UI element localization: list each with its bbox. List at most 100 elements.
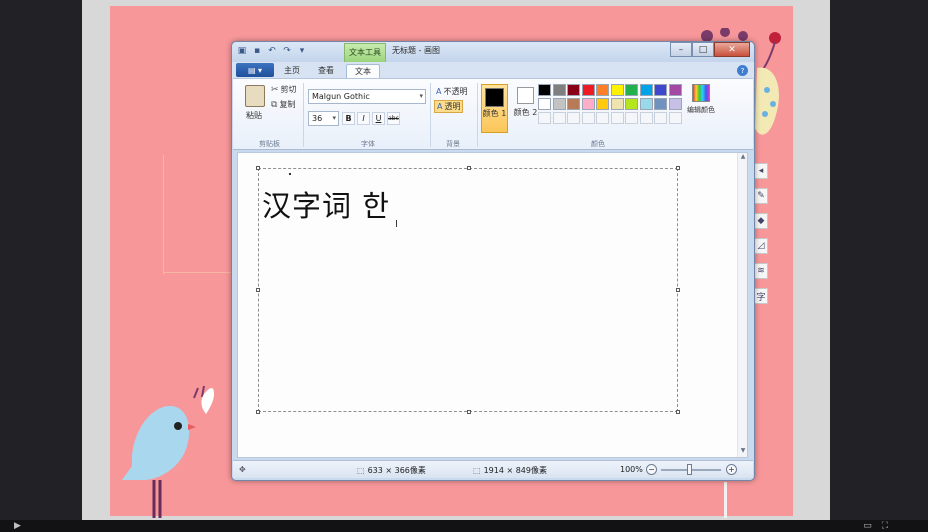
resize-handle[interactable] [676, 410, 680, 414]
resize-handle[interactable] [676, 288, 680, 292]
clipboard-group-label: 剪贴板 [259, 140, 280, 148]
separator [430, 83, 431, 147]
palette-swatch[interactable] [552, 112, 566, 124]
text-tools-context-label: 文本工具 [344, 43, 386, 62]
resize-handle[interactable] [256, 410, 260, 414]
resize-handle[interactable] [256, 288, 260, 292]
palette-swatch[interactable] [552, 84, 566, 96]
layers-icon[interactable]: ≋ [754, 263, 768, 279]
customize-icon[interactable]: ▾ [296, 45, 308, 57]
transparent-button[interactable]: A 透明 [434, 100, 464, 113]
undo-icon[interactable]: ↶ [266, 45, 278, 57]
close-button[interactable]: ✕ [714, 42, 750, 57]
palette-swatch[interactable] [654, 112, 667, 124]
color2-button[interactable]: 颜色 2 [513, 84, 540, 133]
ribbon-panel: 粘贴 ✂ 剪切 ⧉ 复制 剪贴板 Malgun Gothic ▾ 36 ▾ B … [233, 78, 753, 150]
scroll-up-icon[interactable]: ▲ [738, 153, 748, 163]
palette-swatch[interactable] [581, 84, 595, 96]
palette-swatch[interactable] [668, 112, 682, 124]
resize-handle[interactable] [467, 166, 471, 170]
tab-text[interactable]: 文本 [346, 64, 380, 79]
palette-swatch[interactable] [639, 98, 653, 110]
maximize-button[interactable]: □ [692, 42, 714, 57]
paste-icon[interactable] [245, 85, 265, 107]
tab-home[interactable]: 主页 [276, 64, 308, 79]
palette-swatch[interactable] [538, 112, 551, 124]
stray-dot [289, 173, 291, 175]
underline-button[interactable]: U [372, 112, 385, 125]
palette-swatch[interactable] [567, 98, 580, 110]
title-bar: ▣ ▪ ↶ ↷ ▾ 文本工具 无标题 - 画图 – □ ✕ [232, 42, 754, 62]
palette-swatch[interactable] [596, 98, 609, 110]
zoom-out-button[interactable]: − [646, 464, 657, 475]
palette-swatch[interactable] [625, 112, 638, 124]
tab-view[interactable]: 查看 [310, 64, 342, 79]
resize-handle[interactable] [256, 166, 260, 170]
separator [303, 83, 304, 147]
typed-text[interactable]: 汉字词 한 [262, 183, 390, 225]
vertical-scrollbar[interactable]: ▲ ▼ [737, 153, 747, 457]
color1-button[interactable]: 颜色 1 [481, 84, 508, 133]
palette-swatch[interactable] [625, 98, 638, 110]
palette-swatch[interactable] [625, 84, 638, 96]
help-icon[interactable]: ? [737, 65, 748, 76]
background-group-label: 背景 [446, 140, 460, 148]
strikethrough-button[interactable]: abc [387, 112, 400, 125]
zoom-slider-thumb[interactable] [687, 464, 692, 475]
copy-button[interactable]: ⧉ 复制 [271, 99, 295, 110]
drawing-canvas[interactable]: 汉字词 한 I ▲ ▼ [237, 152, 748, 458]
play-icon[interactable]: ▶ [14, 521, 21, 531]
bird-illustration [122, 385, 214, 518]
palette-swatch[interactable] [567, 112, 580, 124]
opaque-button[interactable]: A 不透明 [434, 85, 469, 98]
italic-button[interactable]: I [357, 112, 370, 125]
rainbow-icon [692, 84, 710, 102]
redo-icon[interactable]: ↷ [281, 45, 293, 57]
opaque-icon: A [436, 86, 442, 96]
palette-swatch[interactable] [654, 84, 667, 96]
palette-swatch[interactable] [668, 98, 682, 110]
palette-swatch[interactable] [610, 98, 624, 110]
paint-app-icon[interactable]: ▣ [236, 45, 248, 57]
palette-swatch[interactable] [581, 112, 595, 124]
text-box[interactable]: 汉字词 한 I [256, 166, 680, 414]
pencil-icon[interactable]: ✎ [754, 188, 768, 204]
zoom-level: 100% [620, 465, 643, 474]
file-menu-button[interactable]: ▤ ▾ [236, 63, 274, 77]
bold-button[interactable]: B [342, 112, 355, 125]
eraser-icon[interactable]: ◿ [754, 238, 768, 254]
palette-swatch[interactable] [552, 98, 566, 110]
minimize-button[interactable]: – [670, 42, 692, 57]
palette-swatch[interactable] [639, 112, 653, 124]
resize-handle[interactable] [467, 410, 471, 414]
font-family-value: Malgun Gothic [312, 92, 370, 101]
palette-swatch[interactable] [538, 84, 551, 96]
paste-button[interactable]: 粘贴 [246, 110, 262, 121]
palette-swatch[interactable] [610, 112, 624, 124]
palette-swatch[interactable] [654, 98, 667, 110]
guide-line-vertical [163, 155, 164, 275]
font-size-select[interactable]: 36 ▾ [308, 111, 339, 126]
palette-swatch[interactable] [581, 98, 595, 110]
fullscreen-icon[interactable]: ▭⛶ [863, 521, 898, 531]
edit-colors-button[interactable]: 编辑颜色 [683, 84, 719, 115]
font-family-select[interactable]: Malgun Gothic ▾ [308, 89, 426, 104]
palette-swatch[interactable] [639, 84, 653, 96]
resize-handle[interactable] [676, 166, 680, 170]
save-icon[interactable]: ▪ [251, 45, 263, 57]
palette-swatch[interactable] [567, 84, 580, 96]
selection-size: ⬚ 633 × 366像素 [357, 465, 426, 476]
text-icon[interactable]: 字 [754, 288, 768, 304]
palette-swatch[interactable] [668, 84, 682, 96]
palette-swatch[interactable] [538, 98, 551, 110]
cut-button[interactable]: ✂ 剪切 [271, 84, 297, 95]
palette-swatch[interactable] [610, 84, 624, 96]
scroll-down-icon[interactable]: ▼ [738, 447, 748, 457]
palette-swatch[interactable] [596, 112, 609, 124]
video-control-bar [0, 520, 928, 532]
fill-icon[interactable]: ◆ [754, 213, 768, 229]
zoom-in-button[interactable]: + [726, 464, 737, 475]
palette-swatch[interactable] [596, 84, 609, 96]
dark-left-margin [0, 0, 82, 532]
collapse-icon[interactable]: ◂ [754, 163, 768, 179]
